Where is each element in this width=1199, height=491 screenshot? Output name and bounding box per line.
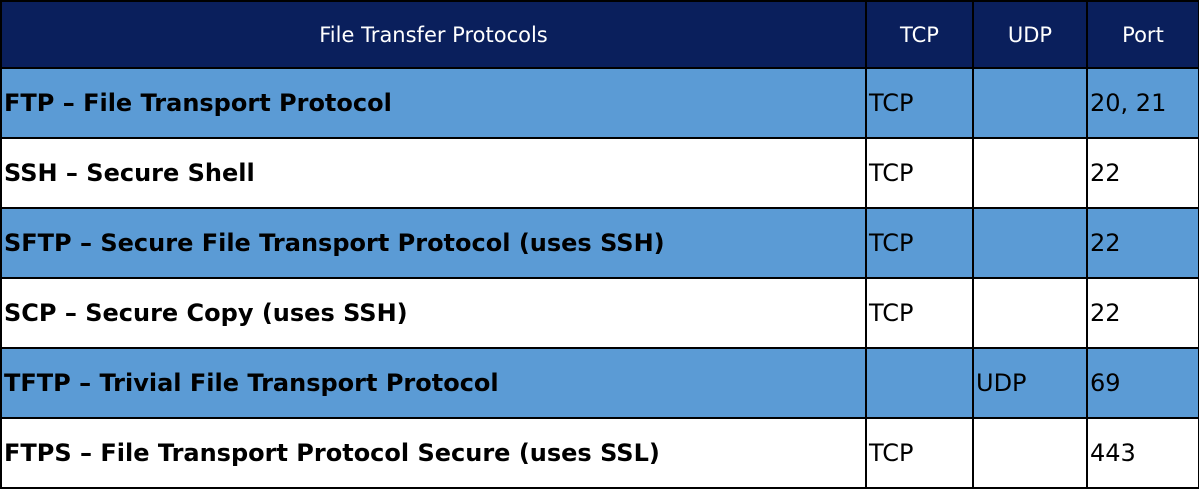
tcp-cell: TCP: [865, 417, 974, 489]
protocol-cell: SFTP – Secure File Transport Protocol (u…: [0, 207, 867, 279]
port-cell: 22: [1086, 207, 1199, 279]
protocol-table-container: File Transfer Protocols TCP UDP Port FTP…: [0, 0, 1199, 489]
header-row: File Transfer Protocols TCP UDP Port: [0, 0, 1199, 69]
table-row: SCP – Secure Copy (uses SSH) TCP 22: [0, 277, 1199, 349]
port-cell: 22: [1086, 277, 1199, 349]
udp-cell: [972, 417, 1088, 489]
table-row: FTP – File Transport Protocol TCP 20, 21: [0, 67, 1199, 139]
table-row: TFTP – Trivial File Transport Protocol U…: [0, 347, 1199, 419]
tcp-cell: TCP: [865, 67, 974, 139]
table-row: FTPS – File Transport Protocol Secure (u…: [0, 417, 1199, 489]
protocol-cell: SSH – Secure Shell: [0, 137, 867, 209]
protocol-cell: FTP – File Transport Protocol: [0, 67, 867, 139]
header-udp: UDP: [972, 0, 1088, 69]
port-cell: 69: [1086, 347, 1199, 419]
port-cell: 20, 21: [1086, 67, 1199, 139]
udp-cell: [972, 67, 1088, 139]
tcp-cell: TCP: [865, 277, 974, 349]
header-port: Port: [1086, 0, 1199, 69]
protocol-cell: FTPS – File Transport Protocol Secure (u…: [0, 417, 867, 489]
tcp-cell: TCP: [865, 207, 974, 279]
udp-cell: [972, 207, 1088, 279]
protocol-cell: TFTP – Trivial File Transport Protocol: [0, 347, 867, 419]
table-body: FTP – File Transport Protocol TCP 20, 21…: [0, 67, 1199, 489]
port-cell: 22: [1086, 137, 1199, 209]
file-transfer-protocols-table: File Transfer Protocols TCP UDP Port FTP…: [0, 0, 1199, 489]
tcp-cell: TCP: [865, 137, 974, 209]
udp-cell: UDP: [972, 347, 1088, 419]
table-row: SFTP – Secure File Transport Protocol (u…: [0, 207, 1199, 279]
protocol-cell: SCP – Secure Copy (uses SSH): [0, 277, 867, 349]
tcp-cell: [865, 347, 974, 419]
table-header: File Transfer Protocols TCP UDP Port: [0, 0, 1199, 69]
table-row: SSH – Secure Shell TCP 22: [0, 137, 1199, 209]
udp-cell: [972, 277, 1088, 349]
header-protocol: File Transfer Protocols: [0, 0, 867, 69]
port-cell: 443: [1086, 417, 1199, 489]
udp-cell: [972, 137, 1088, 209]
header-tcp: TCP: [865, 0, 974, 69]
